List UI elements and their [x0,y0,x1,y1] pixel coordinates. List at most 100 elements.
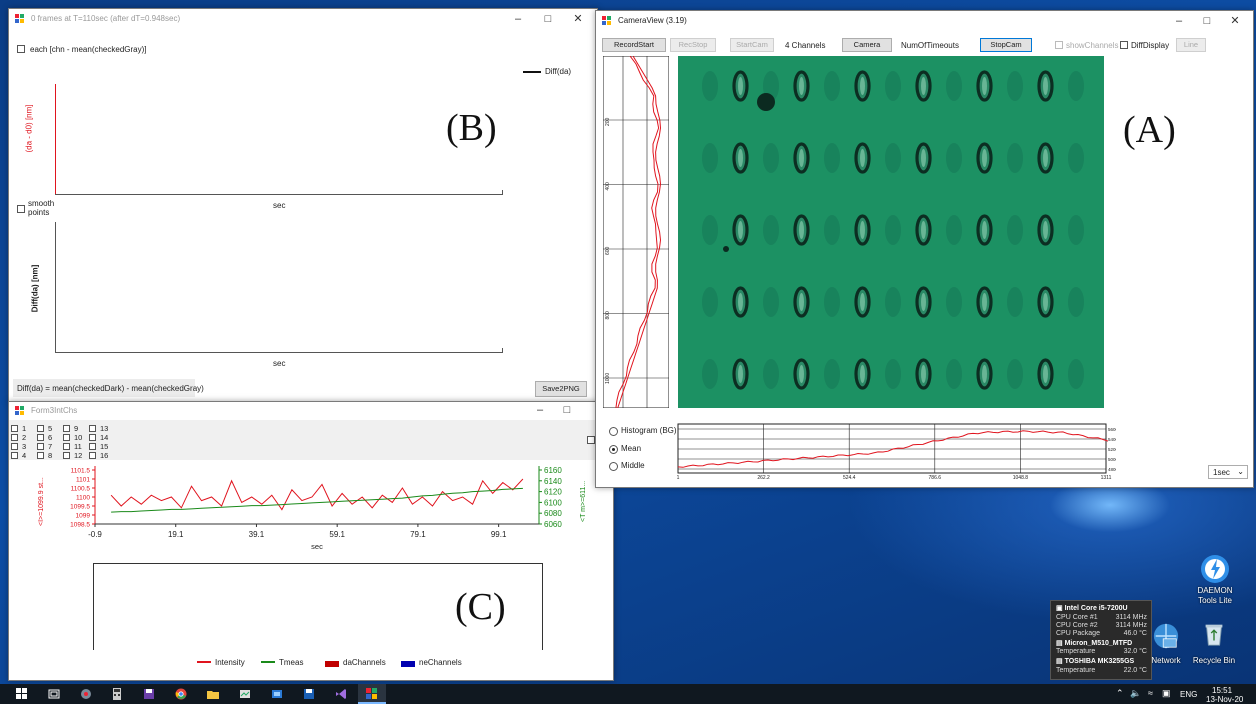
channel-checkbox-7[interactable] [37,443,44,450]
well-ring-center [1043,77,1048,95]
camera-window-titlebar[interactable]: CameraView (3.19) – □ ✕ [596,11,1253,31]
channel-checkbox-8[interactable] [37,452,44,459]
app-icon-2[interactable] [239,688,251,700]
save-png-button[interactable]: Save2PNG [535,381,587,397]
well-spot [1007,71,1023,101]
channel-checkbox-9[interactable] [63,425,70,432]
panel-letter-b: (B) [446,107,497,149]
save-icon[interactable] [143,688,155,700]
record-start-button[interactable]: RecordStart [602,38,666,52]
minimize-button[interactable]: – [531,403,549,417]
radio-middle[interactable] [609,462,618,471]
wifi-icon[interactable]: ≈ [1148,688,1153,698]
start-icon[interactable] [16,688,28,700]
well-ring-center [982,293,987,311]
channel-label-12: 12 [74,451,83,460]
panel-checkbox[interactable] [587,436,595,444]
channel-checkbox-15[interactable] [89,443,96,450]
channel-checkbox-13[interactable] [89,425,96,432]
well-spot [885,287,901,317]
file-explorer-icon[interactable] [207,688,219,700]
tray-chevron-icon[interactable]: ⌃ [1116,688,1124,699]
legend-swatch-tmeas [261,661,275,663]
channel-label-3: 3 [22,442,27,451]
channel-checkbox-14[interactable] [89,434,96,441]
window-title: 0 frames at T=110sec (after dT=0.948sec) [31,14,181,23]
well-ring-center [921,149,926,167]
close-button[interactable]: ✕ [569,12,587,26]
language-indicator[interactable]: ENG [1180,690,1197,699]
well-ring-center [1043,149,1048,167]
camera-button[interactable]: Camera [842,38,892,52]
channel-checkbox-10[interactable] [63,434,70,441]
maximize-button[interactable]: □ [558,403,576,417]
app-icon-1[interactable] [80,688,92,700]
start-cam-button[interactable]: StartCam [730,38,774,52]
minimize-button[interactable]: – [1170,14,1188,28]
legend-label-dachannels: daChannels [343,658,386,667]
each-checkbox[interactable] [17,45,25,53]
line-button[interactable]: Line [1176,38,1206,52]
clock-date[interactable]: 13-Nov-20 [1206,695,1243,704]
diff-display-checkbox[interactable] [1120,41,1128,49]
chrome-icon[interactable] [175,688,187,700]
calculator-icon[interactable] [111,688,123,700]
well-ring-center [860,365,865,383]
close-button[interactable]: ✕ [1226,14,1244,28]
volume-icon[interactable]: 🔈 [1130,688,1141,699]
well-spot [763,143,779,173]
camera-image[interactable] [678,56,1104,408]
maximize-button[interactable]: □ [539,12,557,26]
left-tick-label: 1101.5 [71,468,91,475]
app-icon-3[interactable] [271,688,283,700]
show-channels-checkbox[interactable] [1055,41,1063,49]
daemon-tools-shortcut[interactable]: DAEMON Tools Lite [1190,554,1240,610]
intensity-window-titlebar[interactable]: Form3IntChs – □ [9,402,613,420]
channel-checkbox-11[interactable] [63,443,70,450]
legend-swatch [523,71,541,73]
cpu-core1-label: CPU Core #1 [1056,614,1098,621]
app-icon-4[interactable] [303,688,315,700]
channel-checkbox-1[interactable] [11,425,18,432]
profile-tick-label: 200 [605,117,611,126]
interval-select-value: 1sec [1213,468,1230,477]
well-ring-center [738,365,743,383]
well-ring-center [1043,221,1048,239]
channel-checkbox-3[interactable] [11,443,18,450]
minimize-button[interactable]: – [509,12,527,26]
mean-x-tick-label: 1048.8 [1013,475,1029,481]
right-tick-label: 6140 [544,477,562,486]
maximize-button[interactable]: □ [1198,14,1216,28]
well-spot [1007,287,1023,317]
channel-checkbox-16[interactable] [89,452,96,459]
channel-checkbox-12[interactable] [63,452,70,459]
clock-time[interactable]: 15:51 [1212,686,1232,695]
network-shortcut[interactable]: Network [1148,622,1184,668]
channel-checkbox-6[interactable] [37,434,44,441]
stop-cam-button[interactable]: StopCam [980,38,1032,52]
well-spot [763,359,779,389]
interval-select[interactable]: 1sec ⌄ [1208,465,1248,479]
smooth-checkbox[interactable] [17,205,25,213]
x-axis-label: sec [311,542,323,551]
rec-stop-button[interactable]: RecStop [670,38,716,52]
channel-checkbox-4[interactable] [11,452,18,459]
visual-studio-icon[interactable] [335,688,347,700]
diff-window-titlebar[interactable]: 0 frames at T=110sec (after dT=0.948sec)… [9,9,597,29]
channel-label-7: 7 [48,442,53,451]
dust-particle [723,246,729,252]
radio-mean[interactable] [609,445,618,454]
channel-label-14: 14 [100,433,109,442]
well-spot [702,143,718,173]
well-ring-center [799,149,804,167]
mean-y-tick-label: 5400 [1108,437,1116,442]
channel-label-2: 2 [22,433,27,442]
task-view-icon[interactable] [48,688,60,700]
channel-checkbox-5[interactable] [37,425,44,432]
notification-icon[interactable]: ▣ [1162,688,1171,699]
running-app-icon[interactable] [366,688,378,700]
well-spot [885,359,901,389]
radio-histogram[interactable] [609,427,618,436]
channel-checkbox-2[interactable] [11,434,18,441]
recycle-bin-shortcut[interactable]: Recycle Bin [1192,620,1236,668]
